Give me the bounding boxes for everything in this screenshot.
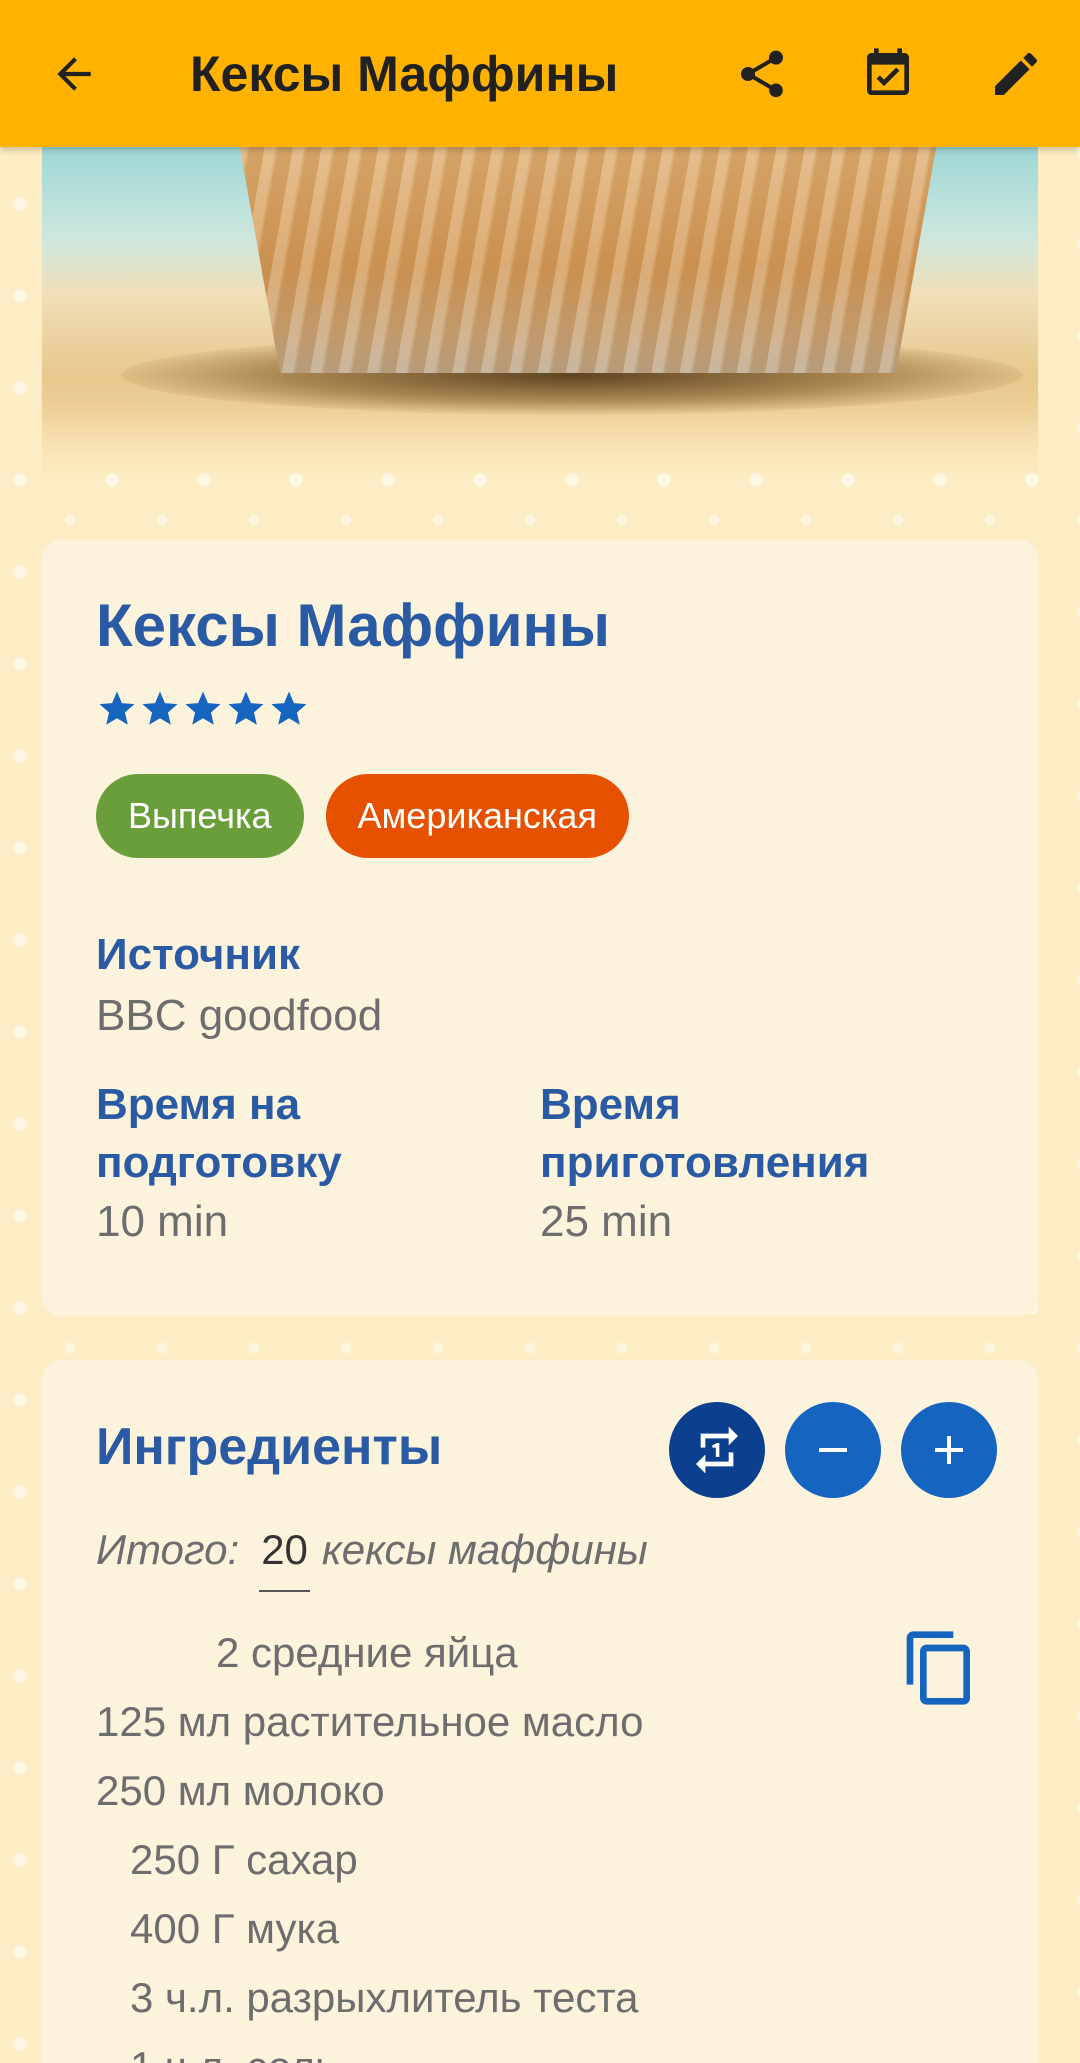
convert-units-button[interactable] [669, 1402, 765, 1498]
decrease-servings-button[interactable] [785, 1402, 881, 1498]
recipe-photo[interactable] [42, 147, 1038, 473]
tag-chips: Выпечка Американская [96, 774, 651, 858]
prep-time-label: Время на подготовку [96, 1080, 342, 1187]
copy-ingredients-button[interactable] [892, 1620, 988, 1716]
copy-icon [906, 1631, 970, 1705]
ingredients-list: 2 средние яйца 125 мл растительное масло 2… [96, 1618, 643, 2063]
edit-button[interactable] [980, 38, 1052, 110]
star-icon[interactable] [96, 688, 138, 730]
edit-icon [995, 52, 1038, 95]
recipe-info-card: Кексы Маффины Выпечка Американская Источн… [42, 540, 1038, 1316]
ingredients-title: Ингредиенты [96, 1418, 443, 1476]
ingredient-item: 400 Г мука [130, 1905, 340, 1952]
tag-chip[interactable]: Американская [325, 774, 629, 858]
arrow-back-icon [57, 57, 91, 91]
unit-convert-icon [696, 1426, 738, 1474]
muffin-wrapper-image [238, 147, 938, 373]
total-unit: кексы маффины [321, 1526, 648, 1573]
rating-stars[interactable] [96, 688, 311, 732]
share-icon [741, 50, 783, 98]
app-bar: Кексы Маффины [0, 0, 1080, 147]
tag-chip[interactable]: Выпечка [96, 774, 304, 858]
add-to-calendar-button[interactable] [852, 38, 924, 110]
total-servings-input[interactable]: 20 [259, 1520, 310, 1592]
increase-servings-button[interactable] [901, 1402, 997, 1498]
app-bar-title: Кексы Маффины [190, 46, 619, 102]
total-label: Итого: [96, 1526, 240, 1573]
ingredient-item: 1 ч.л. соль [96, 2032, 643, 2063]
minus-icon [819, 1448, 847, 1452]
ingredient-item: 3 ч.л. разрыхлитель теста [130, 1974, 639, 2021]
ingredient-item: 250 Г сахар [130, 1836, 358, 1883]
source-label: Источник [96, 930, 301, 979]
star-icon[interactable] [182, 688, 224, 730]
prep-time-value: 10 min [96, 1197, 229, 1246]
star-icon[interactable] [225, 688, 267, 730]
cook-time-label: Время приготовления [540, 1080, 870, 1187]
star-icon[interactable] [139, 688, 181, 730]
source-value[interactable]: BBC goodfood [96, 988, 382, 1044]
cook-time-value: 25 min [540, 1197, 673, 1246]
calendar-check-icon [867, 48, 909, 95]
photo-fade [42, 403, 1038, 473]
star-icon[interactable] [268, 688, 310, 730]
recipe-title: Кексы Маффины [96, 592, 610, 659]
ingredient-item: 250 мл молоко [96, 1767, 385, 1814]
total-servings-row: Итого: 20 кексы маффины [96, 1520, 648, 1592]
share-button[interactable] [726, 38, 798, 110]
plus-icon [935, 1436, 963, 1464]
back-button[interactable] [38, 38, 110, 110]
ingredient-item: 2 средние яйца [216, 1629, 518, 1676]
ingredients-card: Ингредиенты Итого: 20 кексы маффины 2 ср… [42, 1360, 1038, 2063]
ingredient-item: 125 мл растительное масло [96, 1698, 644, 1745]
